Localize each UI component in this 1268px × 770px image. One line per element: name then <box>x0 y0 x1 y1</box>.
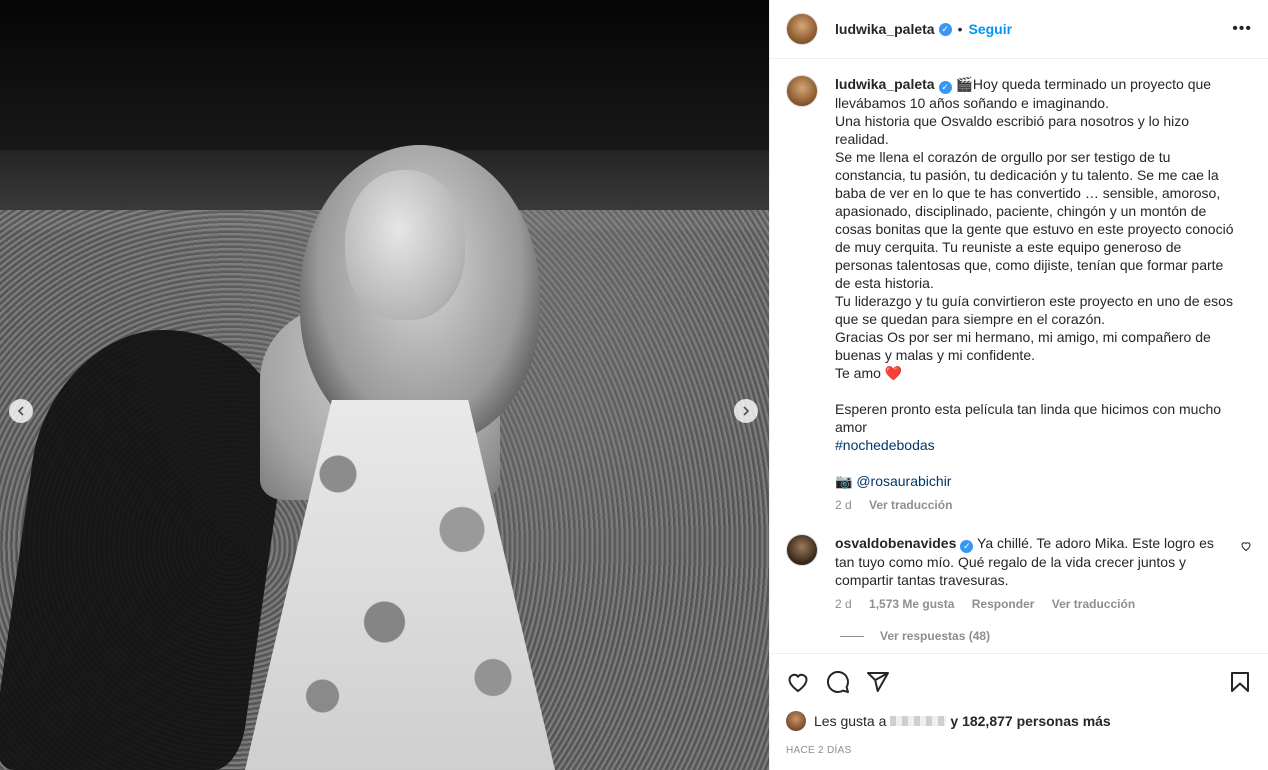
comment-button[interactable] <box>826 670 850 694</box>
caption-meta: 2 d Ver traducción <box>835 496 1235 514</box>
caption-line: Gracias Os por ser mi hermano, mi amigo,… <box>835 329 1211 363</box>
comment-body: osvaldobenavides ✓ Ya chillé. Te adoro Mi… <box>835 534 1215 613</box>
follow-button[interactable]: Seguir <box>969 21 1013 37</box>
comment-like-heart-icon[interactable] <box>1240 540 1252 552</box>
post-date: HACE 2 DÍAS <box>786 745 852 756</box>
view-replies-button[interactable]: Ver respuestas (48) <box>840 629 1252 643</box>
verified-badge-icon: ✓ <box>938 22 952 36</box>
post-header: ludwika_paleta ✓ • Seguir ••• <box>770 0 1268 59</box>
share-button[interactable] <box>866 670 890 694</box>
hashtag-link[interactable]: #nochedebodas <box>835 437 935 453</box>
prev-photo-button[interactable] <box>9 399 33 423</box>
photo-person-face <box>345 170 465 320</box>
comment-likes[interactable]: 1,573 Me gusta <box>869 597 954 611</box>
caption-line: Una historia que Osvaldo escribió para n… <box>835 113 1190 147</box>
caption-row: ludwika_paleta ✓ 🎬Hoy queda terminado un … <box>786 75 1252 514</box>
commenter-avatar[interactable] <box>786 534 818 566</box>
action-bar <box>770 653 1268 709</box>
caption-line: Se me llena el corazón de orgullo por se… <box>835 149 1234 291</box>
caption-translate-button[interactable]: Ver traducción <box>869 498 952 512</box>
chevron-right-icon <box>743 406 750 416</box>
post-side-panel: ludwika_paleta ✓ • Seguir ••• ludwika_pa… <box>769 0 1268 770</box>
caption-time: 2 d <box>835 498 852 512</box>
post-photo <box>0 0 769 770</box>
likes-count: y 182,877 personas más <box>950 713 1111 729</box>
comments-section: ludwika_paleta ✓ 🎬Hoy queda terminado un … <box>770 59 1268 653</box>
caption-line: Te amo ❤️ <box>835 365 903 381</box>
caption-line: Tu liderazgo y tu guía convirtieron este… <box>835 293 1233 327</box>
caption-username[interactable]: ludwika_paleta <box>835 76 935 92</box>
blurred-username <box>890 716 947 726</box>
author-username[interactable]: ludwika_paleta <box>835 21 935 37</box>
commenter-username[interactable]: osvaldobenavides <box>835 535 956 551</box>
caption-avatar[interactable] <box>786 75 818 107</box>
more-options-icon[interactable]: ••• <box>1232 20 1252 38</box>
save-button[interactable] <box>1228 670 1252 694</box>
heart-icon <box>788 673 808 692</box>
replies-divider <box>840 635 864 637</box>
verified-badge-icon: ✓ <box>938 81 952 94</box>
caption-closing: Esperen pronto esta película tan linda q… <box>835 401 1222 435</box>
credit-link[interactable]: @rosaurabichir <box>856 473 951 489</box>
reply-button[interactable]: Responder <box>972 597 1035 611</box>
comment-translate-button[interactable]: Ver traducción <box>1052 597 1135 611</box>
comment-meta: 2 d 1,573 Me gusta Responder Ver traducc… <box>835 595 1215 613</box>
header-separator: • <box>957 21 963 37</box>
likes-prefix: Les gusta a <box>814 713 887 729</box>
next-photo-button[interactable] <box>734 399 758 423</box>
clapper-emoji: 🎬 <box>955 76 973 92</box>
post-modal: ludwika_paleta ✓ • Seguir ••• ludwika_pa… <box>0 0 1268 770</box>
bookmark-icon <box>1231 671 1249 692</box>
like-button[interactable] <box>786 670 810 694</box>
chevron-left-icon <box>17 406 24 416</box>
comment-icon <box>826 670 849 693</box>
caption-body: ludwika_paleta ✓ 🎬Hoy queda terminado un … <box>835 75 1235 514</box>
likes-summary[interactable]: Les gusta a y 182,877 personas más <box>770 709 1268 733</box>
author-avatar[interactable] <box>786 13 818 45</box>
verified-badge-icon: ✓ <box>960 540 974 553</box>
comment-time: 2 d <box>835 597 852 611</box>
comment-row: osvaldobenavides ✓ Ya chillé. Te adoro Mi… <box>786 534 1252 613</box>
liker-avatar <box>786 711 806 731</box>
share-icon <box>867 671 889 692</box>
camera-emoji: 📷 <box>835 473 853 489</box>
view-replies-label: Ver respuestas (48) <box>880 629 991 643</box>
